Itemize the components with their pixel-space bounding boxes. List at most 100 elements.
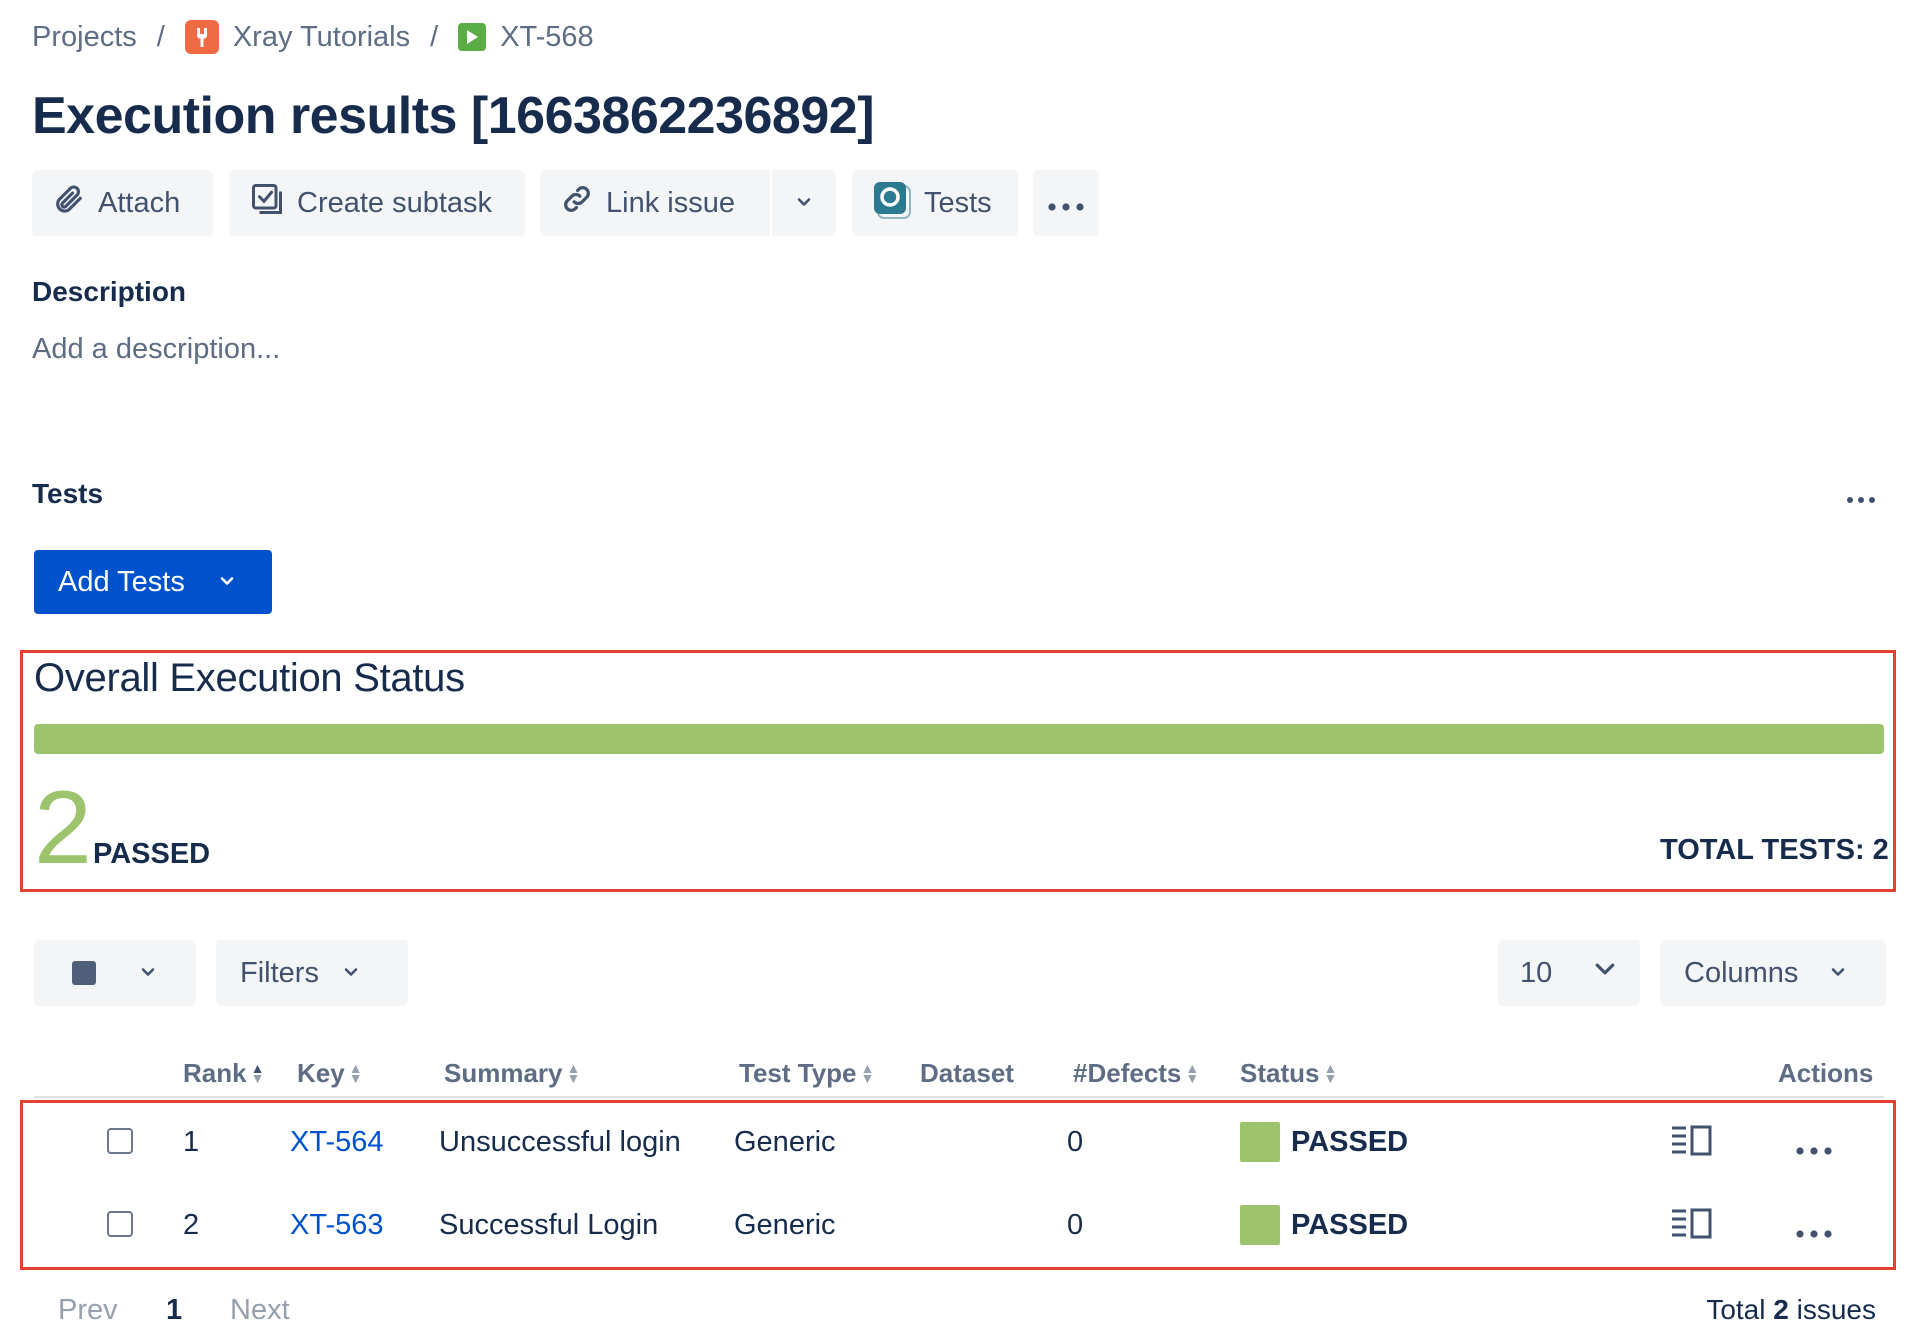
passed-label: PASSED [93, 838, 211, 870]
link-icon [560, 182, 594, 224]
table-row[interactable]: 2 XT-563 Successful Login Generic 0 PASS… [34, 1184, 1884, 1268]
breadcrumb-separator: / [156, 20, 165, 53]
chevron-down-icon [138, 957, 158, 990]
row-summary: Unsuccessful login [439, 1126, 681, 1158]
attach-label: Attach [98, 186, 181, 219]
status-color-swatch [1240, 1122, 1280, 1162]
row-checkbox[interactable] [107, 1128, 133, 1154]
column-header-defects[interactable]: #Defects ▲ ▼ [1073, 1058, 1199, 1089]
total-count: 2 [1773, 1294, 1789, 1325]
page-title: Execution results [1663862236892] [32, 87, 875, 145]
table-row[interactable]: 1 XT-564 Unsuccessful login Generic 0 PA… [34, 1100, 1884, 1184]
link-issue-label: Link issue [606, 186, 735, 219]
xray-project-icon [184, 20, 219, 54]
row-more-button[interactable] [1794, 1130, 1834, 1164]
more-actions-button[interactable] [1033, 170, 1099, 236]
row-defects: 0 [1067, 1209, 1084, 1241]
sort-icon: ▲ ▼ [1185, 1059, 1200, 1086]
select-all-checkbox[interactable] [72, 961, 96, 985]
columns-button[interactable]: Columns [1660, 940, 1886, 1006]
add-tests-label: Add Tests [58, 565, 185, 598]
xray-tests-icon [870, 178, 912, 228]
link-issue-button[interactable]: Link issue [540, 170, 770, 236]
details-icon[interactable] [1670, 1207, 1714, 1246]
create-subtask-label: Create subtask [297, 186, 493, 219]
column-header-rank[interactable]: Rank ▲ ▼ [183, 1058, 264, 1089]
paperclip-icon [52, 182, 86, 224]
row-defects: 0 [1067, 1126, 1084, 1158]
total-prefix: Total [1706, 1294, 1766, 1325]
chevron-down-icon [217, 566, 237, 599]
filters-label: Filters [240, 956, 319, 989]
breadcrumb-separator: / [430, 20, 439, 53]
tests-label: Tests [924, 186, 992, 219]
pagination-current-page[interactable]: 1 [166, 1294, 182, 1327]
column-header-status[interactable]: Status ▲ ▼ [1240, 1058, 1337, 1089]
total-issues: Total 2 issues [1600, 1294, 1876, 1326]
rank-header-label: Rank [183, 1058, 247, 1088]
defects-header-label: #Defects [1073, 1058, 1182, 1088]
column-header-dataset: Dataset [920, 1058, 1014, 1089]
row-more-button[interactable] [1794, 1213, 1834, 1247]
chevron-down-icon [1592, 956, 1618, 990]
status-color-swatch [1240, 1205, 1280, 1245]
summary-header-label: Summary [444, 1058, 563, 1088]
chevron-down-icon [341, 957, 361, 990]
chevron-down-icon [794, 187, 814, 220]
more-icon [1846, 478, 1876, 511]
page-size-select[interactable]: 10 [1498, 940, 1640, 1006]
breadcrumb-issue-key[interactable]: XT-568 [500, 21, 594, 54]
page-size-value: 10 [1520, 956, 1553, 989]
bulk-select-dropdown[interactable] [34, 940, 196, 1006]
breadcrumb-project-name[interactable]: Xray Tutorials [233, 21, 410, 54]
tests-heading: Tests [32, 478, 104, 509]
row-status: PASSED [1291, 1126, 1409, 1158]
attach-button[interactable]: Attach [32, 170, 213, 236]
column-header-key[interactable]: Key ▲ ▼ [297, 1058, 363, 1089]
overall-status-title: Overall Execution Status [34, 656, 465, 700]
details-icon[interactable] [1670, 1124, 1714, 1163]
description-heading: Description [32, 276, 187, 307]
column-header-actions: Actions [1778, 1058, 1873, 1089]
subtask-icon [249, 181, 285, 225]
row-test-type: Generic [734, 1209, 836, 1241]
pagination-next[interactable]: Next [230, 1294, 290, 1327]
sort-icon: ▲ ▼ [348, 1059, 363, 1086]
sort-icon: ▲ ▼ [566, 1059, 581, 1086]
column-header-summary[interactable]: Summary ▲ ▼ [444, 1058, 580, 1089]
row-test-type: Generic [734, 1126, 836, 1158]
row-rank: 2 [183, 1209, 200, 1241]
create-subtask-button[interactable]: Create subtask [229, 170, 525, 236]
link-issue-dropdown-button[interactable] [772, 170, 836, 236]
total-tests-label: TOTAL TESTS: 2 [1660, 834, 1889, 866]
passed-count: 2 [34, 770, 92, 886]
row-summary: Successful Login [439, 1209, 659, 1241]
table-header-divider [34, 1096, 1884, 1098]
row-checkbox[interactable] [107, 1211, 133, 1237]
actions-header-label: Actions [1778, 1058, 1874, 1088]
key-header-label: Key [297, 1058, 345, 1088]
row-rank: 1 [183, 1126, 200, 1158]
sort-icon: ▲ ▼ [860, 1059, 875, 1086]
dataset-header-label: Dataset [920, 1058, 1014, 1088]
more-icon [1796, 1147, 1832, 1155]
status-header-label: Status [1240, 1058, 1320, 1088]
total-suffix: issues [1796, 1294, 1876, 1325]
sort-icon: ▲ ▼ [250, 1059, 265, 1086]
row-key-link[interactable]: XT-564 [290, 1126, 384, 1159]
more-icon [1796, 1230, 1832, 1238]
tests-button[interactable]: Tests [852, 170, 1018, 236]
chevron-down-icon [1828, 957, 1848, 990]
execution-progress-bar [34, 724, 1884, 754]
sort-icon: ▲ ▼ [1323, 1059, 1338, 1086]
column-header-test-type[interactable]: Test Type ▲ ▼ [739, 1058, 874, 1089]
breadcrumb-projects[interactable]: Projects [32, 21, 137, 54]
description-input[interactable]: Add a description... [32, 333, 280, 366]
test-execution-icon [458, 23, 487, 51]
tests-more-button[interactable] [1846, 478, 1876, 512]
filters-button[interactable]: Filters [216, 940, 408, 1006]
row-key-link[interactable]: XT-563 [290, 1209, 384, 1242]
pagination-prev[interactable]: Prev [58, 1294, 118, 1327]
row-status: PASSED [1291, 1209, 1409, 1241]
add-tests-button[interactable]: Add Tests [34, 550, 272, 614]
